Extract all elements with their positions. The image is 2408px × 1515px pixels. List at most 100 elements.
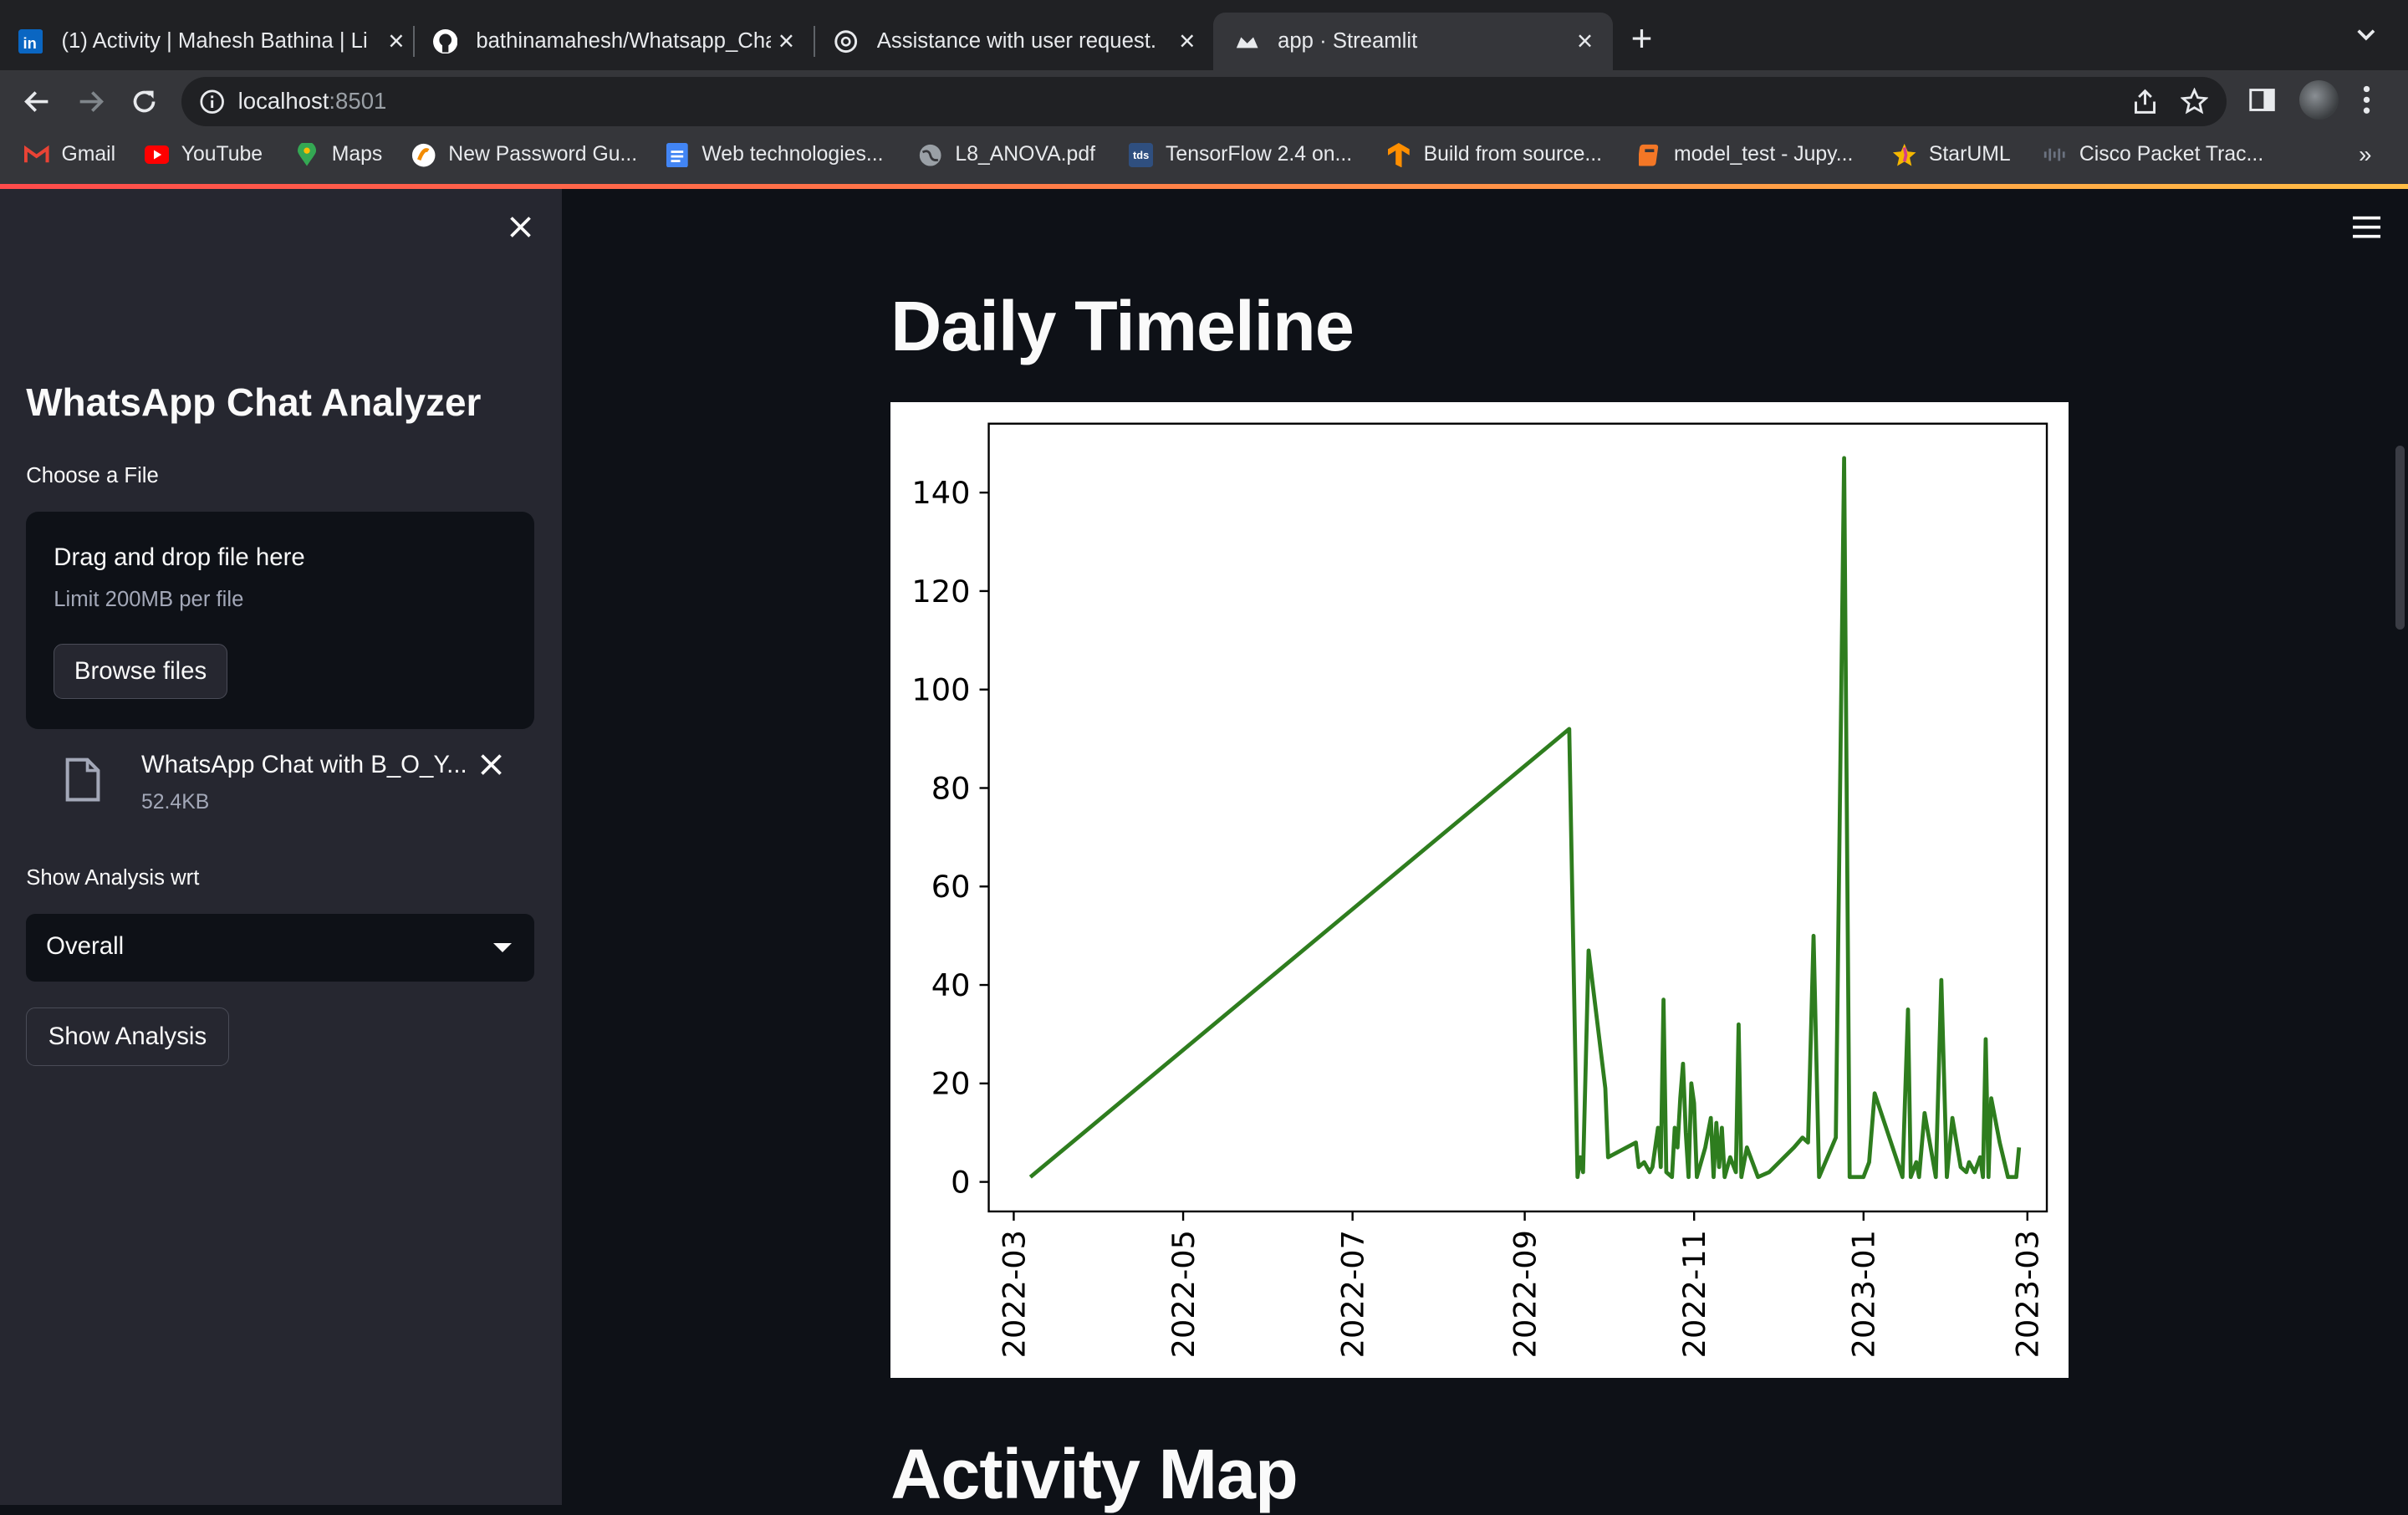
file-uploader-label: Choose a File xyxy=(26,463,159,487)
y-tick-label: 100 xyxy=(912,672,971,708)
analysis-select-label: Show Analysis wrt xyxy=(26,865,200,890)
bookmark-youtube[interactable]: YouTube xyxy=(144,143,263,167)
reload-icon[interactable] xyxy=(126,83,163,120)
x-tick-label: 2022-09 xyxy=(1508,1230,1543,1358)
y-tick-label: 40 xyxy=(931,967,971,1003)
y-tick-label: 60 xyxy=(931,869,971,905)
bookmark-maps[interactable]: Maps xyxy=(295,142,383,167)
bookmark-label: YouTube xyxy=(181,143,263,166)
tab-close-icon[interactable]: × xyxy=(381,26,412,58)
bookmark-gmail[interactable]: Gmail xyxy=(24,143,115,167)
bookmark-web-technologies[interactable]: Web technologies... xyxy=(665,142,884,168)
tab-streamlit[interactable]: app · Streamlit × xyxy=(1212,12,1613,71)
tds-icon: tds xyxy=(1128,142,1154,168)
forward-arrow-icon[interactable] xyxy=(72,83,109,120)
dropzone-title: Drag and drop file here xyxy=(54,543,305,572)
tab-title: (1) Activity | Mahesh Bathina | Li xyxy=(61,29,368,54)
show-analysis-button[interactable]: Show Analysis xyxy=(26,1007,229,1066)
tab-separator xyxy=(814,26,816,57)
browser-menu-icon[interactable] xyxy=(2362,84,2371,122)
tab-close-icon[interactable]: × xyxy=(771,26,802,58)
tab-close-icon[interactable]: × xyxy=(1171,26,1202,58)
bookmark-label: L8_ANOVA.pdf xyxy=(955,143,1096,166)
maps-icon xyxy=(295,142,319,167)
bookmark-tensorflow-24[interactable]: tds TensorFlow 2.4 on... xyxy=(1128,142,1353,168)
docs-icon xyxy=(665,142,689,168)
daily-timeline-chart: 0 20 40 60 80 100 120 140 2022-03 2022-05 2022-07 2… xyxy=(890,402,2069,1378)
file-dropzone[interactable]: Drag and drop file here Limit 200MB per … xyxy=(26,511,535,730)
url-port: :8501 xyxy=(329,87,387,114)
address-bar[interactable]: localhost:8501 xyxy=(181,76,2227,126)
back-arrow-icon[interactable] xyxy=(18,83,55,120)
new-tab-plus-icon[interactable]: + xyxy=(1631,18,1653,60)
svg-text:in: in xyxy=(23,34,37,52)
bookmark-anova-pdf[interactable]: L8_ANOVA.pdf xyxy=(918,143,1095,167)
bookmark-password-guide[interactable]: New Password Gu... xyxy=(411,143,637,167)
gmail-icon xyxy=(24,143,49,167)
bookmark-label: Cisco Packet Trac... xyxy=(2079,143,2264,166)
x-tick-label: 2022-07 xyxy=(1335,1230,1371,1358)
sidebar-title: WhatsApp Chat Analyzer xyxy=(26,380,482,424)
x-tick-label: 2023-01 xyxy=(1846,1230,1882,1358)
bookmark-star-icon[interactable] xyxy=(2180,87,2209,122)
file-icon xyxy=(64,757,101,809)
remove-file-close-icon[interactable] xyxy=(477,751,505,785)
browse-files-button[interactable]: Browse files xyxy=(54,643,227,699)
bookmarks-overflow-icon[interactable]: » xyxy=(2359,141,2371,168)
daily-message-line xyxy=(1029,456,2022,1180)
x-tick-label: 2022-05 xyxy=(1166,1230,1201,1358)
tab-chatgpt[interactable]: Assistance with user request. × xyxy=(834,13,1202,71)
github-icon xyxy=(432,28,458,54)
bookmark-cisco-packet-tracer[interactable]: Cisco Packet Trac... xyxy=(2043,143,2263,167)
password-icon xyxy=(411,143,436,167)
bookmark-label: New Password Gu... xyxy=(448,143,638,166)
y-tick-label: 20 xyxy=(931,1066,971,1102)
bookmark-staruml[interactable]: StarUML xyxy=(1892,143,2011,167)
bookmark-label: TensorFlow 2.4 on... xyxy=(1166,143,1353,166)
bookmarks-bar: Gmail YouTube Maps New Password Gu... We… xyxy=(0,131,2408,185)
tab-close-icon[interactable]: × xyxy=(1569,26,1600,58)
tab-title: app · Streamlit xyxy=(1278,29,1418,54)
site-info-icon[interactable] xyxy=(200,89,224,120)
tab-search-chevron-icon[interactable] xyxy=(2355,22,2377,50)
bookmark-label: model_test - Jupy... xyxy=(1673,143,1854,166)
chevron-down-icon xyxy=(492,942,512,952)
y-tick-label: 80 xyxy=(931,771,971,807)
section-heading: Activity Map xyxy=(890,1435,1298,1514)
browser-tab-strip: in (1) Activity | Mahesh Bathina | Li × … xyxy=(0,0,2408,71)
page-title: Daily Timeline xyxy=(890,286,1354,365)
linkedin-icon: in xyxy=(18,28,43,54)
tab-separator xyxy=(413,26,415,57)
cisco-icon xyxy=(2043,143,2067,167)
browser-toolbar: localhost:8501 xyxy=(0,70,2408,132)
streamlit-icon xyxy=(1235,29,1259,54)
tab-linkedin[interactable]: in (1) Activity | Mahesh Bathina | Li × xyxy=(18,13,411,71)
sidebar-close-icon[interactable] xyxy=(507,213,534,247)
profile-avatar[interactable] xyxy=(2298,79,2339,120)
bookmark-label: Build from source... xyxy=(1423,143,1603,166)
bookmark-label: Gmail xyxy=(61,143,116,166)
tab-title: bathinamahesh/Whatsapp_Cha xyxy=(476,29,772,54)
analysis-user-select[interactable]: Overall xyxy=(26,913,535,982)
url-host: localhost xyxy=(237,87,329,114)
bookmark-label: Maps xyxy=(331,143,383,166)
bookmark-label: StarUML xyxy=(1928,143,2011,166)
tab-title: Assistance with user request. xyxy=(876,29,1157,54)
sidebar: WhatsApp Chat Analyzer Choose a File Dra… xyxy=(0,188,563,1505)
x-tick-label: 2023-03 xyxy=(2010,1230,2046,1358)
page-scrollbar[interactable] xyxy=(2395,445,2405,630)
dropzone-limit: Limit 200MB per file xyxy=(54,588,244,612)
y-tick-label: 120 xyxy=(912,574,971,610)
x-tick-label: 2022-03 xyxy=(997,1230,1033,1358)
uploaded-file-name: WhatsApp Chat with B_O_Y... xyxy=(140,751,467,779)
x-tick-label: 2022-11 xyxy=(1676,1230,1712,1358)
globe-icon xyxy=(918,143,942,167)
share-icon[interactable] xyxy=(2131,88,2159,122)
bookmark-build-from-source[interactable]: Build from source... xyxy=(1387,142,1603,168)
bookmark-model-test-jupyter[interactable]: model_test - Jupy... xyxy=(1637,143,1853,167)
y-tick-label: 0 xyxy=(951,1165,970,1201)
side-panel-icon[interactable] xyxy=(2248,86,2276,120)
main-menu-icon[interactable] xyxy=(2352,215,2384,246)
tab-github[interactable]: bathinamahesh/Whatsapp_Cha × xyxy=(432,13,802,71)
url-text: localhost:8501 xyxy=(238,88,387,115)
